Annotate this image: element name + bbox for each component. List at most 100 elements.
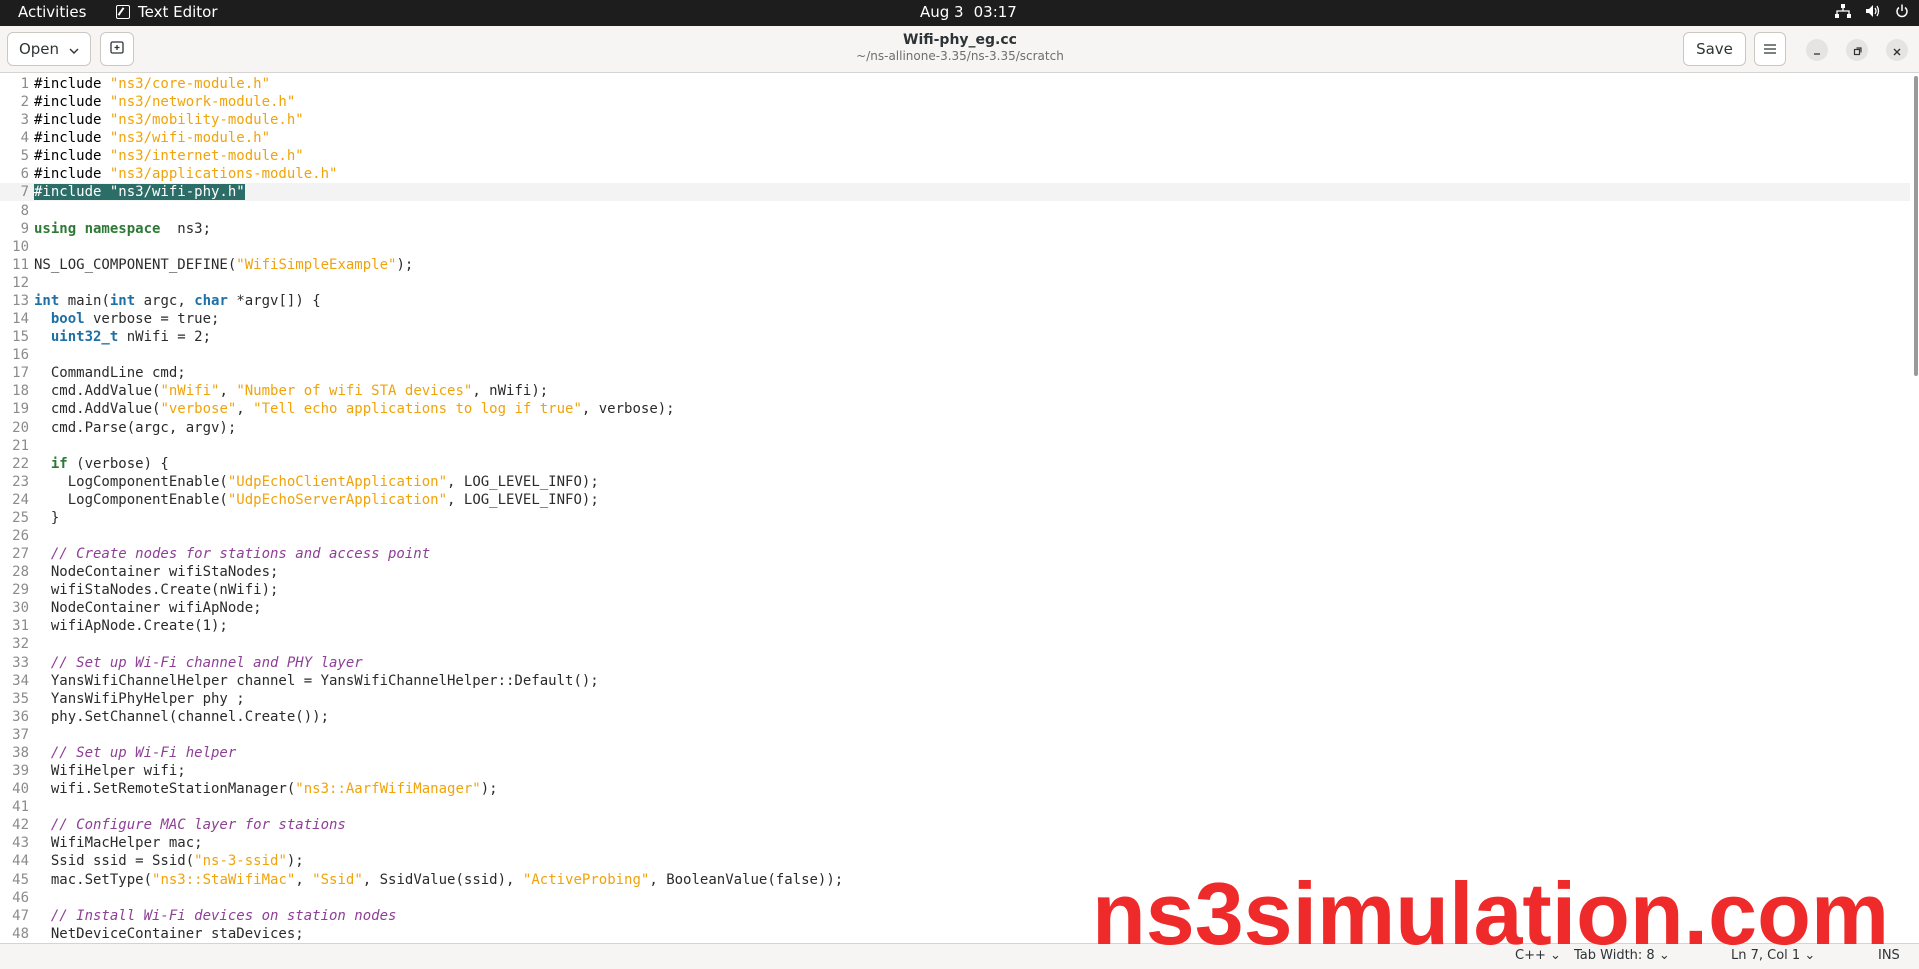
code-token: , [219, 383, 237, 400]
code-token: YansWifiChannelHelper channel = YansWifi… [34, 672, 599, 689]
code-line[interactable]: 15 uint32_t nWifi = 2; [0, 328, 1910, 346]
line-number: 46 [12, 889, 29, 906]
code-line[interactable]: 7 #include "ns3/wifi-phy.h" [0, 183, 1910, 202]
code-token: NetDeviceContainer staDevices; [34, 925, 304, 942]
code-line[interactable]: 20 cmd.Parse(argc, argv); [0, 419, 1910, 437]
code-line[interactable]: 12 [0, 274, 1910, 292]
code-line[interactable]: 36 phy.SetChannel(channel.Create()); [0, 708, 1910, 726]
code-line[interactable]: 31 wifiApNode.Create(1); [0, 617, 1910, 635]
code-token: YansWifiPhyHelper phy ; [34, 690, 245, 707]
code-token: "ActiveProbing" [522, 871, 650, 888]
code-line[interactable]: 3 #include "ns3/mobility-module.h" [0, 111, 1910, 129]
code-line[interactable]: 5 #include "ns3/internet-module.h" [0, 147, 1910, 165]
code-line[interactable]: 21 [0, 437, 1910, 455]
code-token: , BooleanValue( [649, 871, 776, 888]
line-code: int main(int argc, char *argv[]) { [34, 292, 321, 310]
code-line[interactable]: 22 if (verbose) { [0, 455, 1910, 473]
code-line[interactable]: 25 } [0, 509, 1910, 527]
code-line[interactable]: 43 WifiMacHelper mac; [0, 834, 1910, 852]
minimize-button[interactable] [1806, 39, 1828, 61]
line-code: } [34, 509, 59, 527]
line-code: Ssid ssid = Ssid("ns-3-ssid"); [34, 852, 304, 870]
code-line[interactable]: 41 [0, 798, 1910, 816]
code-line[interactable]: 10 [0, 238, 1910, 256]
code-line[interactable]: 38 // Set up Wi-Fi helper [0, 744, 1910, 762]
code-line[interactable]: 39 WifiHelper wifi; [0, 762, 1910, 780]
code-token: #include [34, 130, 110, 147]
code-line[interactable]: 34 YansWifiChannelHelper channel = YansW… [0, 672, 1910, 690]
header-bar: Open Wifi-phy_eg.cc ~/ns-allinone-3.35/n… [0, 26, 1919, 73]
line-code: using namespace ns3; [34, 220, 211, 238]
line-number: 44 [12, 853, 29, 870]
new-tab-button[interactable] [100, 32, 134, 66]
app-menu[interactable]: Text Editor [116, 3, 218, 21]
code-line[interactable]: 9 using namespace ns3; [0, 220, 1910, 238]
code-line[interactable]: 27 // Create nodes for stations and acce… [0, 545, 1910, 563]
code-token: using namespace [34, 220, 161, 237]
code-line[interactable]: 19 cmd.AddValue("verbose", "Tell echo ap… [0, 400, 1910, 418]
code-line[interactable]: 18 cmd.AddValue("nWifi", "Number of wifi… [0, 382, 1910, 400]
code-token: #include "ns3/wifi-phy.h" [34, 184, 245, 201]
volume-icon[interactable] [1865, 4, 1881, 18]
open-button[interactable]: Open [7, 32, 91, 66]
code-line[interactable]: 17 CommandLine cmd; [0, 364, 1910, 382]
scrollbar-thumb[interactable] [1914, 76, 1918, 376]
line-code: YansWifiChannelHelper channel = YansWifi… [34, 672, 599, 690]
line-number: 6 [20, 166, 29, 183]
line-number: 47 [12, 907, 29, 924]
code-line[interactable]: 29 wifiStaNodes.Create(nWifi); [0, 581, 1910, 599]
power-icon[interactable] [1895, 4, 1909, 18]
code-line[interactable]: 1 #include "ns3/core-module.h" [0, 75, 1910, 93]
code-line[interactable]: 42 // Configure MAC layer for stations [0, 816, 1910, 834]
line-code: #include "ns3/wifi-phy.h" [34, 183, 245, 201]
maximize-button[interactable] [1846, 39, 1868, 61]
code-line[interactable]: 26 [0, 527, 1910, 545]
line-number: 30 [12, 600, 29, 617]
line-number: 22 [12, 455, 29, 472]
code-token: NS_LOG_COMPONENT_DEFINE( [34, 256, 237, 273]
code-line[interactable]: 30 NodeContainer wifiApNode; [0, 599, 1910, 617]
line-code: YansWifiPhyHelper phy ; [34, 690, 245, 708]
code-line[interactable]: 32 [0, 635, 1910, 653]
code-line[interactable]: 2 #include "ns3/network-module.h" [0, 93, 1910, 111]
code-line[interactable]: 40 wifi.SetRemoteStationManager("ns3::Aa… [0, 780, 1910, 798]
code-token: true; [177, 311, 220, 328]
line-number: 12 [12, 274, 29, 291]
code-line[interactable]: 16 [0, 346, 1910, 364]
code-line[interactable]: 14 bool verbose = true; [0, 310, 1910, 328]
code-token: WifiHelper wifi; [34, 763, 186, 780]
code-token: NodeContainer wifiApNode; [34, 600, 262, 617]
main-menu-button[interactable] [1754, 32, 1786, 66]
code-line[interactable]: 24 LogComponentEnable("UdpEchoServerAppl… [0, 491, 1910, 509]
code-token: "ns3/internet-module.h" [109, 148, 304, 165]
code-line[interactable]: 28 NodeContainer wifiStaNodes; [0, 563, 1910, 581]
code-line[interactable]: 37 [0, 726, 1910, 744]
edit-icon [116, 5, 130, 19]
code-line[interactable]: 6 #include "ns3/applications-module.h" [0, 165, 1910, 183]
code-token: "ns3::StaWifiMac" [152, 871, 296, 888]
line-number: 21 [12, 437, 29, 454]
line-number: 4 [20, 130, 29, 147]
code-token: // Set up Wi-Fi channel and PHY layer [50, 654, 363, 671]
code-line[interactable]: 23 LogComponentEnable("UdpEchoClientAppl… [0, 473, 1910, 491]
code-token: wifiApNode.Create(1); [34, 618, 228, 635]
system-tray[interactable] [1835, 4, 1909, 18]
code-token: // Install Wi-Fi devices on station node… [50, 907, 397, 924]
code-line[interactable]: 11 NS_LOG_COMPONENT_DEFINE("WifiSimpleExa… [0, 256, 1910, 274]
code-line[interactable]: 13 int main(int argc, char *argv[]) { [0, 292, 1910, 310]
watermark: ns3simulation.com [1092, 864, 1890, 963]
code-line[interactable]: 8 [0, 202, 1910, 220]
network-icon[interactable] [1835, 4, 1851, 18]
line-number: 5 [20, 148, 29, 165]
line-code: wifi.SetRemoteStationManager("ns3::AarfW… [34, 780, 498, 798]
activities-button[interactable]: Activities [18, 3, 86, 21]
code-line[interactable]: 33 // Set up Wi-Fi channel and PHY layer [0, 654, 1910, 672]
close-button[interactable] [1886, 39, 1908, 61]
save-button[interactable]: Save [1683, 32, 1746, 66]
line-code: wifiApNode.Create(1); [34, 617, 228, 635]
code-line[interactable]: 35 YansWifiPhyHelper phy ; [0, 690, 1910, 708]
code-editor[interactable]: 1 #include "ns3/core-module.h" 2 #include "… [0, 73, 1910, 943]
code-line[interactable]: 4 #include "ns3/wifi-module.h" [0, 129, 1910, 147]
clock[interactable]: Aug 3 03:17 [920, 3, 1017, 21]
